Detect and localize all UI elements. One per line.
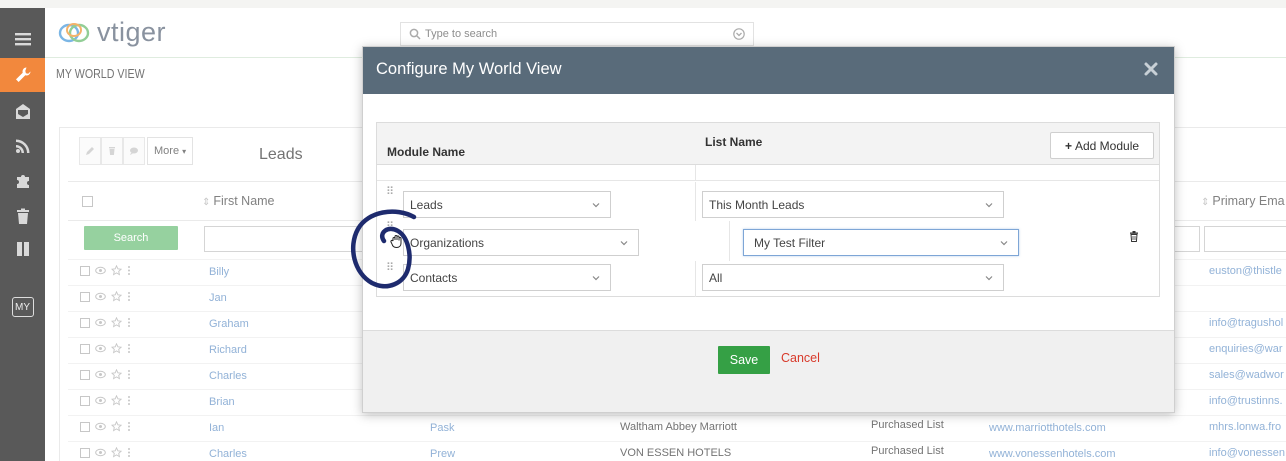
wrench-icon[interactable] <box>0 58 45 92</box>
modal-title: Configure My World View <box>376 60 562 78</box>
table-spacer-row <box>377 165 1159 181</box>
chevron-down-icon <box>1000 241 1008 246</box>
module-select[interactable]: Leads <box>403 191 611 218</box>
my-badge[interactable]: MY <box>0 290 45 324</box>
drag-handle-icon[interactable]: ⠿ <box>386 263 395 274</box>
rss-icon[interactable] <box>0 129 45 163</box>
drag-handle-icon[interactable]: ⠿ <box>386 222 395 233</box>
list-select[interactable]: This Month Leads <box>702 191 1004 218</box>
chevron-down-icon <box>592 203 600 208</box>
module-select[interactable]: Organizations <box>403 229 639 256</box>
trash-icon[interactable] <box>0 199 45 233</box>
world-view-row: ⠿ Contacts All <box>377 261 1159 297</box>
plus-icon: + <box>1064 138 1072 153</box>
world-view-row: ⠿ Leads This Month Leads <box>377 182 1159 226</box>
world-view-row-dragging: ⠿ Organizations My Test Filter <box>377 221 1159 261</box>
save-button[interactable]: Save <box>718 346 770 374</box>
add-module-button[interactable]: + Add Module <box>1050 132 1154 159</box>
chevron-down-icon <box>985 276 993 281</box>
drag-handle-icon[interactable]: ⠿ <box>386 187 395 198</box>
close-icon[interactable] <box>1143 61 1159 77</box>
module-select[interactable]: Contacts <box>403 264 611 291</box>
left-sidebar: MY <box>0 8 45 461</box>
list-select[interactable]: All <box>702 264 1004 291</box>
mail-icon[interactable] <box>0 95 45 129</box>
modal-header: Configure My World View <box>363 47 1174 94</box>
list-select[interactable]: My Test Filter <box>743 229 1019 256</box>
book-icon[interactable] <box>0 232 45 266</box>
chevron-down-icon <box>592 276 600 281</box>
table-header: Module Name List Name + Add Module <box>377 123 1159 165</box>
column-list-name: List Name <box>705 135 763 149</box>
chevron-down-icon <box>620 241 628 246</box>
column-module-name: Module Name <box>387 145 466 159</box>
delete-row-icon[interactable] <box>1129 231 1139 242</box>
puzzle-icon[interactable] <box>0 164 45 198</box>
cancel-link[interactable]: Cancel <box>781 351 820 365</box>
configure-modal: Configure My World View Module Name List… <box>362 46 1175 413</box>
menu-icon[interactable] <box>0 22 45 56</box>
modal-footer: Save Cancel <box>363 330 1174 412</box>
top-strip <box>0 0 1286 8</box>
my-badge-label: MY <box>11 297 34 317</box>
chevron-down-icon <box>985 203 993 208</box>
world-view-table: Module Name List Name + Add Module ⠿ Lea… <box>376 122 1160 297</box>
